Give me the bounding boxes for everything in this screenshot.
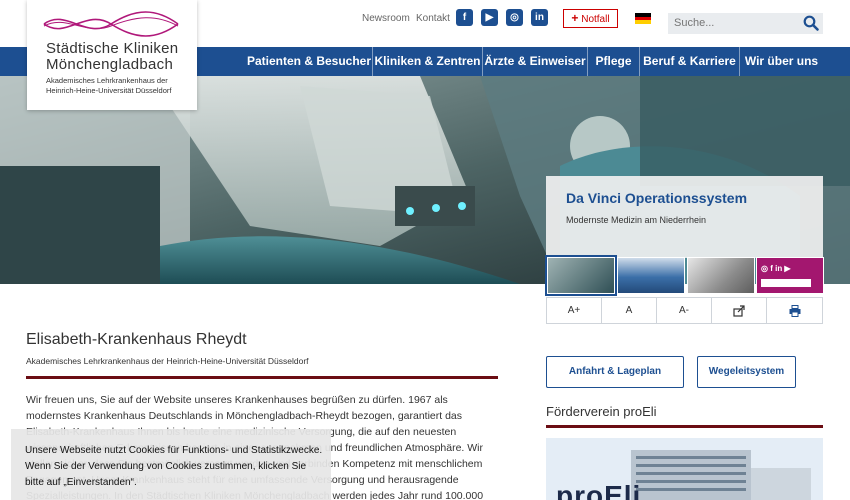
nav-item-pflege[interactable]: Pflege xyxy=(587,47,639,76)
font-size-bar: A+ A A- xyxy=(546,297,823,324)
anfahrt-button[interactable]: Anfahrt & Lageplan xyxy=(546,356,684,388)
nav-item-beruf[interactable]: Beruf & Karriere xyxy=(639,47,739,76)
hero-caption[interactable]: Da Vinci Operationssystem Modernste Medi… xyxy=(546,176,823,258)
wegeleitsystem-button[interactable]: Wegeleitsystem xyxy=(697,356,796,388)
page-title: Elisabeth-Krankenhaus Rheydt xyxy=(26,331,247,348)
nav-item-wir-ueber-uns[interactable]: Wir über uns xyxy=(739,47,823,76)
foerderverein-heading: Förderverein proEli xyxy=(546,404,657,419)
share-icon xyxy=(733,305,745,317)
kontakt-link[interactable]: Kontakt xyxy=(416,13,450,24)
slider-thumb-2[interactable] xyxy=(617,257,685,294)
nav-item-aerzte[interactable]: Ärzte & Einweiser xyxy=(482,47,587,76)
logo-wave-icon xyxy=(43,11,179,37)
foerderverein-divider xyxy=(546,425,823,428)
site-logo[interactable]: Städtische Kliniken Mönchengladbach Akad… xyxy=(27,0,197,110)
font-increase-button[interactable]: A+ xyxy=(547,298,602,323)
logo-name-line2: Mönchengladbach xyxy=(46,56,174,73)
social-icons-thumb: ◎ f in ▶ xyxy=(761,264,791,273)
logo-subtitle-line2: Heinrich-Heine-Universität Düsseldorf xyxy=(46,86,172,95)
font-reset-button[interactable]: A xyxy=(602,298,657,323)
youtube-icon[interactable]: ▶ xyxy=(481,9,498,26)
proeli-logo-text: proEli xyxy=(556,480,642,500)
title-divider xyxy=(26,376,498,379)
logo-subtitle: Akademisches Lehrkrankenhaus der Heinric… xyxy=(46,76,196,96)
print-button[interactable] xyxy=(767,298,822,323)
search-input[interactable] xyxy=(668,13,798,33)
newsroom-link[interactable]: Newsroom xyxy=(362,13,410,24)
plus-icon: + xyxy=(571,11,579,25)
notfall-label: Notfall xyxy=(581,14,610,25)
cookie-banner: Unsere Webseite nutzt Cookies für Funkti… xyxy=(11,429,331,500)
page-subtitle: Akademisches Lehrkrankenhaus der Heinric… xyxy=(26,356,309,366)
logo-subtitle-line1: Akademisches Lehrkrankenhaus der xyxy=(46,76,168,85)
foerderverein-image[interactable]: proEli xyxy=(546,438,823,500)
search-box xyxy=(668,13,823,34)
german-flag-icon[interactable] xyxy=(635,13,651,24)
cookie-text: Unsere Webseite nutzt Cookies für Funkti… xyxy=(25,445,323,488)
print-icon xyxy=(789,305,800,317)
slider-thumb-3[interactable] xyxy=(687,257,755,294)
share-button[interactable] xyxy=(712,298,767,323)
logo-name-line1: Städtische Kliniken xyxy=(46,40,179,57)
hero-subtitle: Modernste Medizin am Niederrhein xyxy=(566,215,707,225)
linkedin-icon[interactable]: in xyxy=(531,9,548,26)
instagram-icon[interactable]: ◎ xyxy=(506,9,523,26)
social-thumb-banner xyxy=(761,279,811,287)
font-decrease-button[interactable]: A- xyxy=(657,298,712,323)
nav-item-patienten[interactable]: Patienten & Besucher xyxy=(246,47,372,76)
slider-thumb-1[interactable] xyxy=(545,255,617,296)
facebook-icon[interactable]: f xyxy=(456,9,473,26)
search-icon[interactable] xyxy=(802,14,820,32)
notfall-button[interactable]: + Notfall xyxy=(563,9,618,28)
slider-thumb-social[interactable]: ◎ f in ▶ xyxy=(756,257,824,294)
nav-item-kliniken[interactable]: Kliniken & Zentren xyxy=(372,47,482,76)
hero-title: Da Vinci Operationssystem xyxy=(566,190,748,206)
